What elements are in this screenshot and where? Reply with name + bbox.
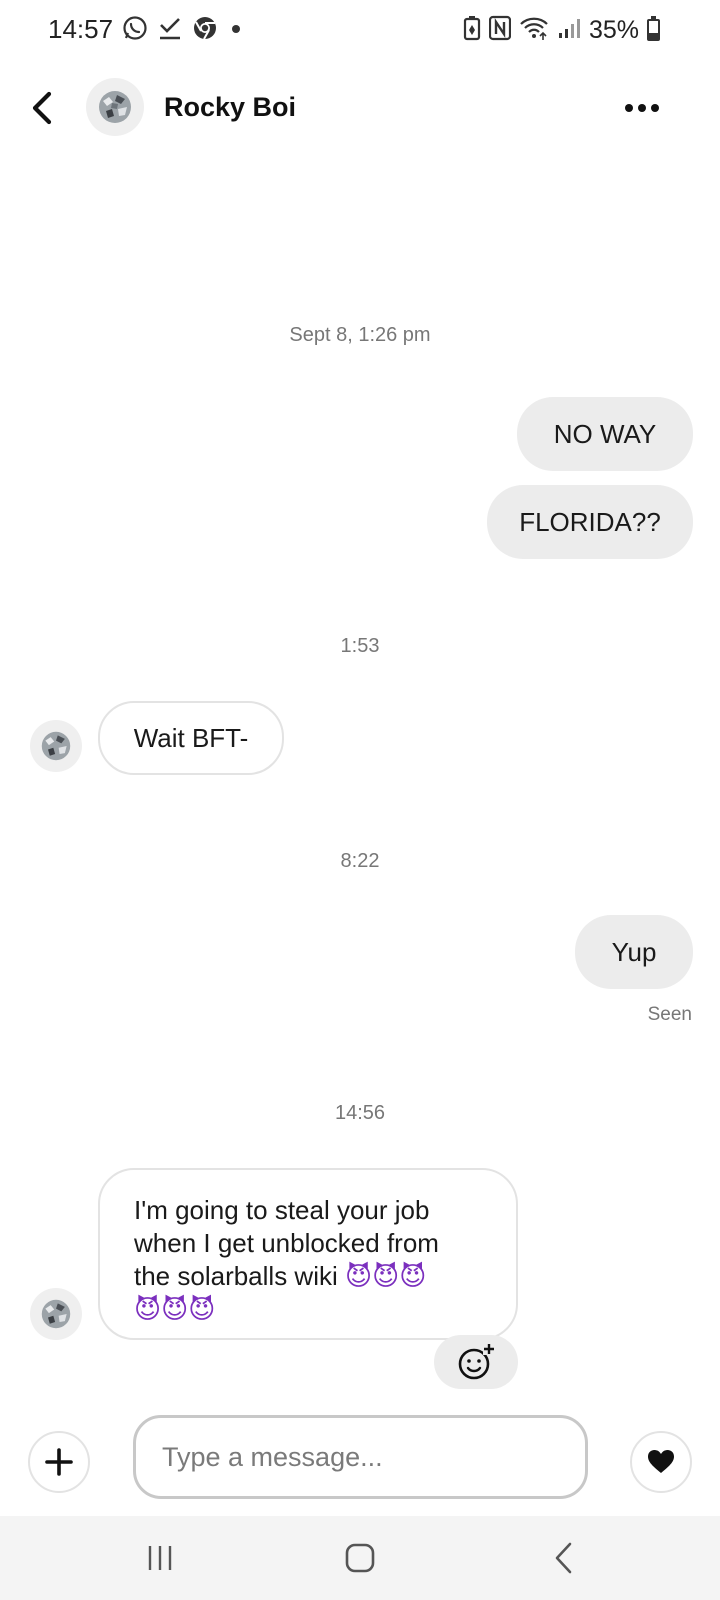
status-bar: 14:57 35% bbox=[0, 0, 720, 60]
sender-avatar[interactable] bbox=[30, 720, 82, 772]
message-bubble-outgoing[interactable]: NO WAY bbox=[517, 397, 693, 471]
add-reaction-button[interactable] bbox=[434, 1335, 518, 1389]
timestamp: 1:53 bbox=[340, 635, 380, 657]
heart-icon bbox=[648, 1450, 674, 1473]
more-options-icon bbox=[625, 104, 659, 112]
nfc-icon bbox=[488, 15, 512, 46]
wifi-icon bbox=[519, 15, 549, 46]
avatar-image bbox=[41, 731, 71, 761]
recent-apps-button[interactable] bbox=[136, 1536, 184, 1580]
dm-thread-screen: 14:57 35% Rocky Boi Sept 8, 1:26 pm NO W… bbox=[0, 0, 720, 1600]
avatar-image bbox=[41, 1299, 71, 1329]
contact-name[interactable]: Rocky Boi bbox=[164, 92, 296, 123]
chrome-icon bbox=[192, 15, 218, 46]
timestamp: 14:56 bbox=[334, 1102, 386, 1124]
message-line: the solarballs wiki 😈😈😈 bbox=[134, 1260, 486, 1294]
back-nav-button[interactable] bbox=[540, 1536, 588, 1580]
contact-avatar[interactable] bbox=[86, 78, 144, 136]
add-media-button[interactable] bbox=[28, 1431, 90, 1493]
back-nav-icon bbox=[555, 1542, 572, 1574]
status-left-icons bbox=[122, 15, 244, 46]
devil-emoji: 😈😈😈 bbox=[344, 1262, 427, 1292]
signal-icon bbox=[557, 15, 581, 46]
message-bubble-incoming[interactable]: Wait BFT- bbox=[98, 701, 284, 775]
conversation-header: Rocky Boi bbox=[0, 70, 720, 150]
message-input[interactable] bbox=[133, 1415, 588, 1499]
whatsapp-icon bbox=[122, 15, 148, 46]
home-button[interactable] bbox=[336, 1536, 384, 1580]
devil-emoji: 😈😈😈 bbox=[134, 1295, 216, 1325]
seen-receipt: Seen bbox=[647, 1004, 692, 1025]
system-nav-bar bbox=[0, 1516, 720, 1600]
recent-apps-icon bbox=[148, 1546, 172, 1570]
message-bubble-outgoing[interactable]: FLORIDA?? bbox=[487, 485, 693, 559]
notification-dot-icon bbox=[228, 15, 244, 46]
avatar-image bbox=[99, 91, 131, 123]
message-line-text: the solarballs wiki bbox=[134, 1261, 338, 1291]
battery-percent: 35% bbox=[588, 15, 639, 44]
sender-avatar[interactable] bbox=[30, 1288, 82, 1340]
like-button[interactable] bbox=[630, 1431, 692, 1493]
download-done-icon bbox=[158, 15, 182, 46]
battery-icon bbox=[647, 16, 660, 41]
timestamp: 8:22 bbox=[340, 850, 380, 872]
message-line: I'm going to steal your job bbox=[134, 1195, 430, 1225]
add-reaction-icon bbox=[458, 1343, 495, 1380]
battery-saver-icon bbox=[463, 15, 481, 46]
more-options-button[interactable] bbox=[618, 90, 666, 126]
back-button[interactable] bbox=[22, 88, 62, 128]
message-bubble-incoming[interactable]: I'm going to steal your job when I get u… bbox=[98, 1168, 518, 1340]
back-arrow-icon bbox=[32, 91, 52, 125]
home-icon bbox=[345, 1543, 375, 1573]
message-composer bbox=[0, 1415, 720, 1505]
message-line: when I get unblocked from bbox=[134, 1228, 439, 1258]
battery-fill bbox=[649, 32, 658, 39]
status-right-icons: 35% bbox=[463, 14, 660, 46]
message-bubble-outgoing[interactable]: Yup bbox=[575, 915, 693, 989]
status-time: 14:57 bbox=[48, 14, 114, 44]
plus-icon bbox=[45, 1448, 73, 1476]
timestamp: Sept 8, 1:26 pm bbox=[289, 324, 431, 346]
